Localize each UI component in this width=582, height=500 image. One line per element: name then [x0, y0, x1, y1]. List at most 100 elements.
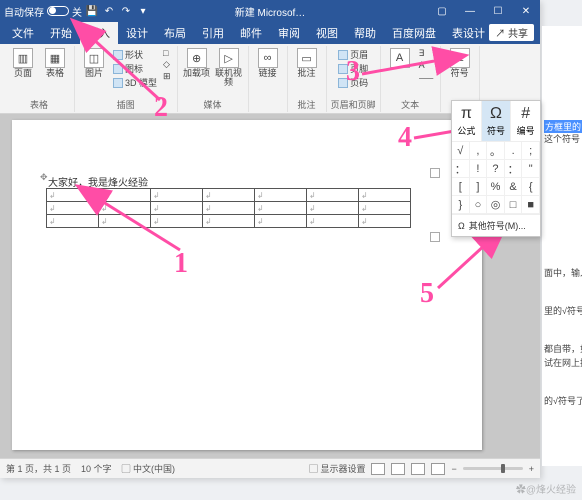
- page-count[interactable]: 第 1 页，共 1 页: [6, 462, 71, 475]
- save-icon[interactable]: 💾: [85, 4, 99, 18]
- 3dmodel-button[interactable]: 3D 模型: [111, 76, 159, 89]
- tab-view[interactable]: 视图: [308, 22, 346, 44]
- zoom-in-button[interactable]: +: [529, 464, 534, 474]
- symbol-cell[interactable]: ：: [505, 160, 523, 178]
- tab-tabledesign[interactable]: 表设计: [444, 22, 493, 44]
- symbol-cell[interactable]: 。: [487, 142, 505, 160]
- tab-baidu[interactable]: 百度网盘: [384, 22, 444, 44]
- table-cell[interactable]: ↲: [255, 215, 307, 228]
- symbol-tab[interactable]: Ω符号: [482, 101, 512, 141]
- video-button[interactable]: ▷联机视频: [214, 48, 244, 87]
- display-settings[interactable]: ▢ 显示器设置: [309, 462, 366, 475]
- ribbon-options-icon[interactable]: ▢: [428, 0, 456, 22]
- smartart-button[interactable]: □: [161, 48, 173, 58]
- table-cell[interactable]: ↲: [203, 202, 255, 215]
- more-symbols-button[interactable]: Ω其他符号(M)...: [452, 214, 540, 236]
- zoom-out-button[interactable]: −: [451, 464, 456, 474]
- screenshot-button[interactable]: ⊞: [161, 71, 173, 82]
- addins-button[interactable]: ⊕加载项: [182, 48, 212, 78]
- wordart-button[interactable]: A: [417, 60, 436, 70]
- autosave-toggle[interactable]: 自动保存 关: [4, 4, 82, 19]
- tab-help[interactable]: 帮助: [346, 22, 384, 44]
- undo-icon[interactable]: ↶: [102, 4, 116, 18]
- comment-button[interactable]: ▭批注: [292, 48, 322, 78]
- table-cell[interactable]: ↲: [47, 215, 99, 228]
- table-corner-tr[interactable]: [430, 168, 440, 178]
- focus-view-icon[interactable]: [371, 463, 385, 475]
- tab-design[interactable]: 设计: [118, 22, 156, 44]
- tab-review[interactable]: 审阅: [270, 22, 308, 44]
- symbol-button[interactable]: Ω符号: [445, 48, 475, 78]
- table-cell[interactable]: ↲: [307, 215, 359, 228]
- chart-button[interactable]: ◇: [161, 59, 173, 70]
- table-cell[interactable]: ↲: [203, 215, 255, 228]
- equation-tab[interactable]: π公式: [452, 101, 482, 141]
- web-view-icon[interactable]: [431, 463, 445, 475]
- number-tab[interactable]: #编号: [511, 101, 540, 141]
- table-cell[interactable]: ↲: [255, 189, 307, 202]
- picture-button[interactable]: ◫图片: [79, 48, 109, 78]
- document-table[interactable]: ↲↲↲↲↲↲↲ ↲↲↲↲↲↲↲ ↲↲↲↲↲↲↲: [46, 188, 411, 228]
- print-view-icon[interactable]: [411, 463, 425, 475]
- symbol-cell[interactable]: ]: [470, 178, 488, 196]
- tab-references[interactable]: 引用: [194, 22, 232, 44]
- table-cell[interactable]: ↲: [255, 202, 307, 215]
- table-move-handle[interactable]: ✥: [40, 172, 48, 183]
- symbol-cell[interactable]: %: [487, 178, 505, 196]
- symbol-cell[interactable]: .: [505, 142, 523, 160]
- table-button[interactable]: ▦表格: [40, 48, 70, 78]
- symbol-cell[interactable]: &: [505, 178, 523, 196]
- table-cell[interactable]: ↲: [307, 202, 359, 215]
- table-cell[interactable]: ↲: [151, 202, 203, 215]
- maximize-button[interactable]: ☐: [484, 0, 512, 22]
- table-cell[interactable]: ↲: [151, 189, 203, 202]
- pages-button[interactable]: ▥页面: [8, 48, 38, 78]
- tab-mail[interactable]: 邮件: [232, 22, 270, 44]
- document-page[interactable]: ✥ 大家好，我是烽火经验 ↲↲↲↲↲↲↲ ↲↲↲↲↲↲↲ ↲↲↲↲↲↲↲: [12, 120, 482, 450]
- symbol-cell[interactable]: ?: [487, 160, 505, 178]
- symbol-cell[interactable]: [: [452, 178, 470, 196]
- symbol-cell[interactable]: ■: [522, 196, 540, 214]
- tab-file[interactable]: 文件: [4, 22, 42, 44]
- symbol-cell[interactable]: ": [522, 160, 540, 178]
- table-cell[interactable]: ↲: [307, 189, 359, 202]
- table-cell[interactable]: ↲: [99, 202, 151, 215]
- textbox-button[interactable]: A: [385, 48, 415, 68]
- table-cell[interactable]: ↲: [359, 215, 411, 228]
- table-cell[interactable]: ↲: [151, 215, 203, 228]
- table-cell[interactable]: ↲: [47, 202, 99, 215]
- symbol-cell[interactable]: {: [522, 178, 540, 196]
- table-cell[interactable]: ↲: [47, 189, 99, 202]
- redo-icon[interactable]: ↷: [119, 4, 133, 18]
- symbol-cell[interactable]: }: [452, 196, 470, 214]
- symbol-cell[interactable]: !: [470, 160, 488, 178]
- minimize-button[interactable]: —: [456, 0, 484, 22]
- qat-dropdown-icon[interactable]: ▾: [136, 4, 150, 18]
- symbol-cell[interactable]: ;: [522, 142, 540, 160]
- share-button[interactable]: ↗ 共享: [489, 24, 534, 41]
- quickparts-button[interactable]: ∃: [417, 48, 436, 59]
- table-cell[interactable]: ↲: [359, 202, 411, 215]
- link-button[interactable]: ∞链接: [253, 48, 283, 78]
- document-text[interactable]: 大家好，我是烽火经验: [48, 174, 148, 189]
- dropcap-button[interactable]: ⸺: [417, 71, 436, 84]
- language-indicator[interactable]: ▢ 中文(中国): [122, 462, 176, 475]
- close-button[interactable]: ✕: [512, 0, 540, 22]
- icons-button[interactable]: 图标: [111, 62, 159, 75]
- tab-insert[interactable]: 插入: [80, 22, 118, 44]
- symbol-cell[interactable]: √: [452, 142, 470, 160]
- symbol-cell[interactable]: ：: [452, 160, 470, 178]
- zoom-slider[interactable]: [463, 467, 523, 470]
- table-cell[interactable]: ↲: [203, 189, 255, 202]
- symbol-cell[interactable]: □: [505, 196, 523, 214]
- tab-layout[interactable]: 布局: [156, 22, 194, 44]
- symbol-cell[interactable]: ◎: [487, 196, 505, 214]
- symbol-cell[interactable]: ,: [470, 142, 488, 160]
- tab-home[interactable]: 开始: [42, 22, 80, 44]
- table-cell[interactable]: ↲: [99, 189, 151, 202]
- table-cell[interactable]: ↲: [359, 189, 411, 202]
- symbol-cell[interactable]: ○: [470, 196, 488, 214]
- table-cell[interactable]: ↲: [99, 215, 151, 228]
- shapes-button[interactable]: 形状: [111, 48, 159, 61]
- table-corner-br[interactable]: [430, 232, 440, 242]
